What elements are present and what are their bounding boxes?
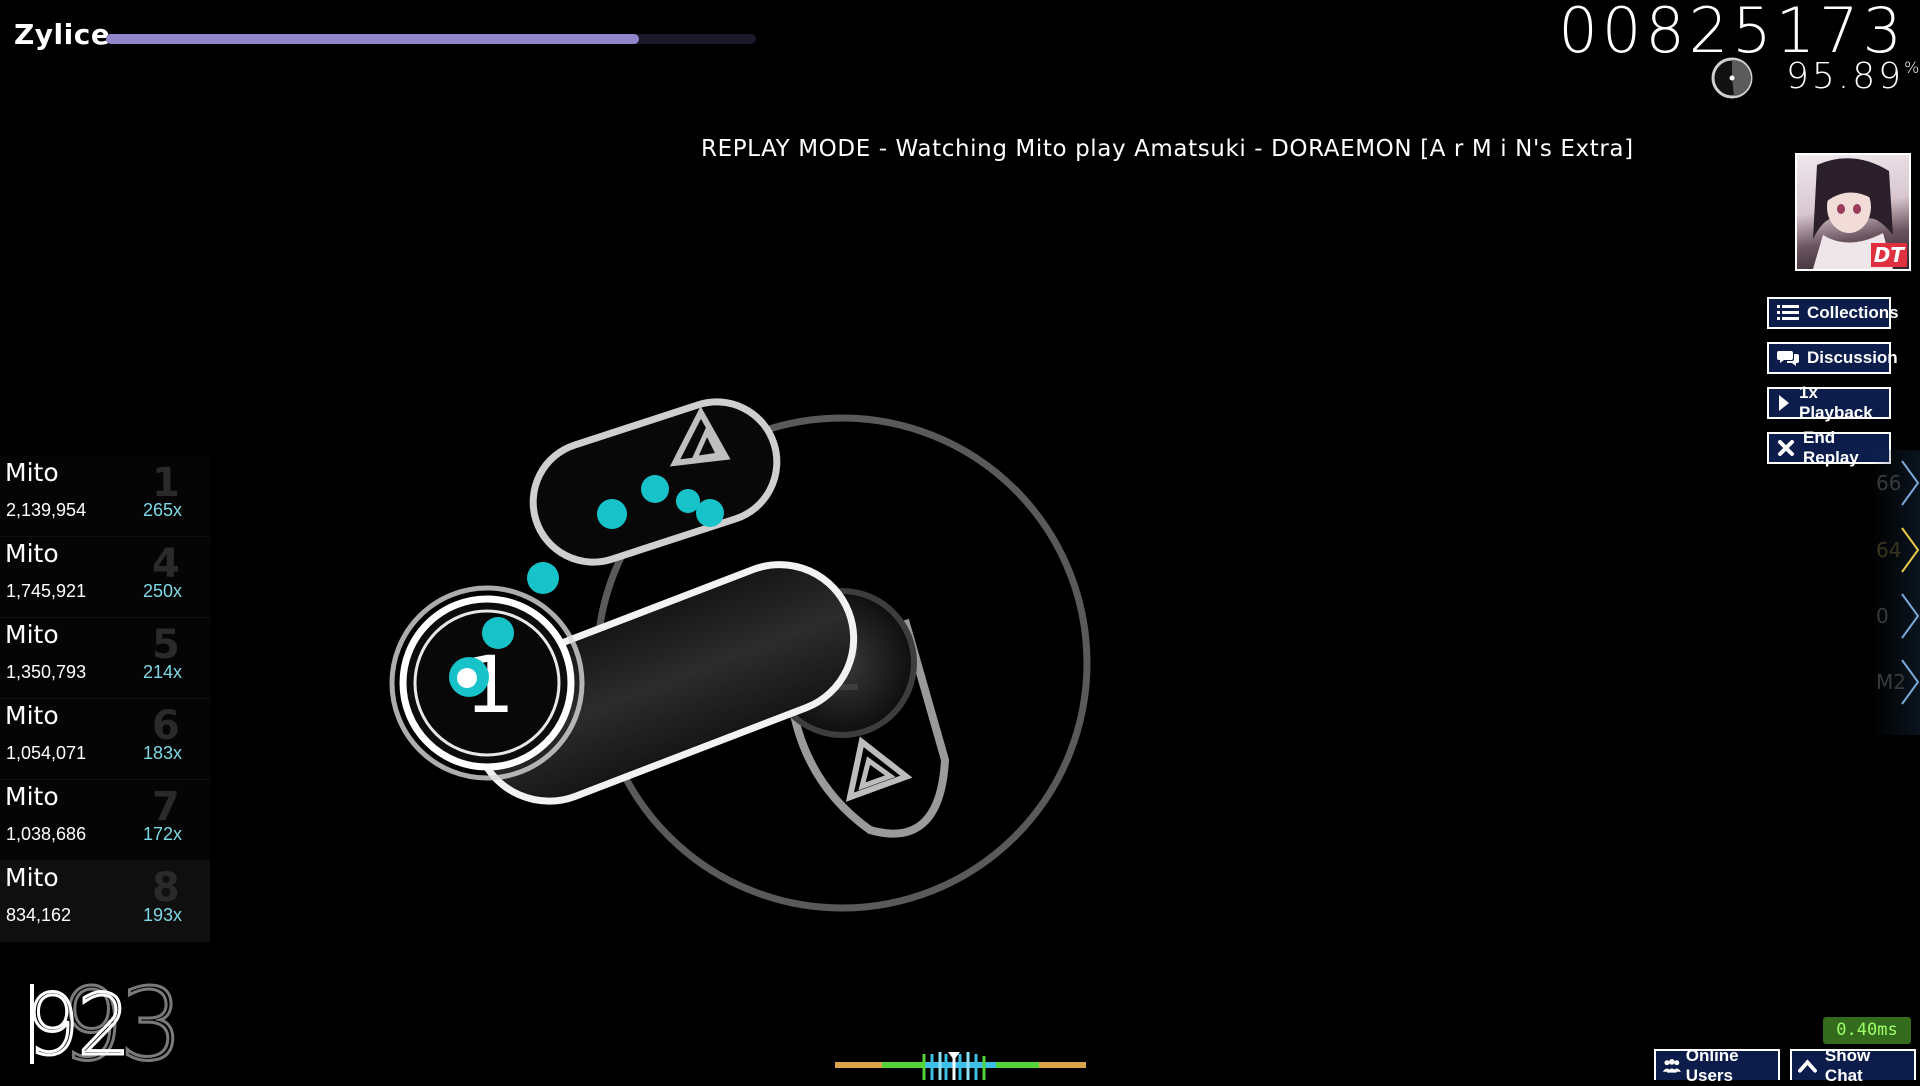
panel-item[interactable]: M2 — [1870, 654, 1920, 710]
collections-label: Collections — [1807, 303, 1899, 322]
avatar: DT — [1795, 153, 1911, 271]
users-icon — [1662, 1058, 1681, 1073]
leaderboard-name: Mito — [5, 539, 59, 568]
leaderboard-entry: 5 Mito 1,350,793 214x — [0, 618, 210, 699]
latency-badge: 0.40ms — [1823, 1017, 1911, 1044]
mod-badge-dt: DT — [1870, 243, 1907, 267]
panel-item[interactable]: 64 — [1870, 522, 1920, 578]
leaderboard-entry-current: 8 Mito 834,162 193x — [0, 861, 210, 942]
leaderboard-combo: 250x — [143, 581, 183, 601]
leaderboard-entry: 4 Mito 1,745,921 250x — [0, 537, 210, 618]
leaderboard-combo: 193x — [143, 905, 183, 925]
play-icon — [1779, 395, 1789, 411]
online-users-button[interactable]: Online Users — [1654, 1046, 1780, 1085]
leaderboard-name: Mito — [5, 458, 59, 487]
playback-label: 1x Playback — [1799, 383, 1873, 422]
accuracy-pie-icon — [1711, 57, 1753, 99]
leaderboard-combo: 214x — [143, 662, 183, 682]
discussion-label: Discussion — [1807, 348, 1898, 367]
replay-banner: REPLAY MODE - Watching Mito play Amatsuk… — [701, 136, 1634, 162]
show-chat-button[interactable]: Show Chat — [1790, 1046, 1916, 1085]
leaderboard-score: 1,350,793 — [6, 662, 87, 682]
health-bar-fill — [106, 34, 639, 44]
leaderboard-score: 1,745,921 — [6, 581, 87, 601]
leaderboard-name: Mito — [5, 701, 59, 730]
leaderboard-combo: 265x — [143, 500, 183, 520]
accuracy-value: 95.89 — [1786, 56, 1905, 97]
list-icon — [1777, 305, 1799, 320]
playfield: 2 1 — [389, 398, 1091, 912]
chevron-right-icon — [1901, 527, 1920, 573]
discussion-button[interactable]: Discussion — [1767, 342, 1898, 374]
panel-item-value: 0 — [1876, 604, 1889, 628]
leaderboard-score: 834,162 — [6, 905, 72, 925]
panel-item-value: 66 — [1876, 471, 1902, 495]
accuracy-display: 95.89% — [1786, 56, 1919, 97]
player-name: Zylice — [14, 18, 111, 51]
panel-item-value: 64 — [1876, 538, 1902, 562]
collections-button[interactable]: Collections — [1767, 297, 1899, 329]
chat-icon — [1777, 351, 1799, 366]
hit-error-ticks — [922, 1052, 986, 1080]
chevron-right-icon — [1901, 593, 1920, 639]
leaderboard-entry: 6 Mito 1,054,071 183x — [0, 699, 210, 780]
leaderboard-combo: 183x — [143, 743, 183, 763]
accuracy-unit: % — [1904, 58, 1920, 77]
leaderboard-name: Mito — [5, 782, 59, 811]
panel-item[interactable]: 66 — [1870, 455, 1920, 511]
beatmap-panel: 66 64 0 M2 — [1870, 450, 1920, 735]
leaderboard-score: 1,054,071 — [6, 743, 87, 763]
leaderboard-name: Mito — [5, 863, 59, 892]
leaderboard-score: 1,038,686 — [6, 824, 87, 844]
chevron-right-icon — [1901, 460, 1920, 506]
chevron-up-icon — [1798, 1058, 1817, 1073]
leaderboard-entry: 1 Mito 2,139,954 265x — [0, 456, 210, 537]
panel-item[interactable]: 0 — [1870, 588, 1920, 644]
leaderboard-combo: 172x — [143, 824, 183, 844]
leaderboard-score: 2,139,954 — [6, 500, 87, 520]
leaderboard: 1 Mito 2,139,954 265x 4 Mito 1,745,921 2… — [0, 456, 210, 942]
leaderboard-name: Mito — [5, 620, 59, 649]
cursor-icon — [457, 668, 477, 688]
health-bar — [106, 34, 756, 44]
reverse-arrow-icon — [845, 736, 913, 802]
combo-counter: 92 — [25, 975, 133, 1076]
chevron-right-icon — [1901, 659, 1920, 705]
leaderboard-entry: 7 Mito 1,038,686 172x — [0, 780, 210, 861]
playback-speed-button[interactable]: 1x Playback — [1767, 383, 1891, 422]
close-icon — [1778, 440, 1794, 456]
